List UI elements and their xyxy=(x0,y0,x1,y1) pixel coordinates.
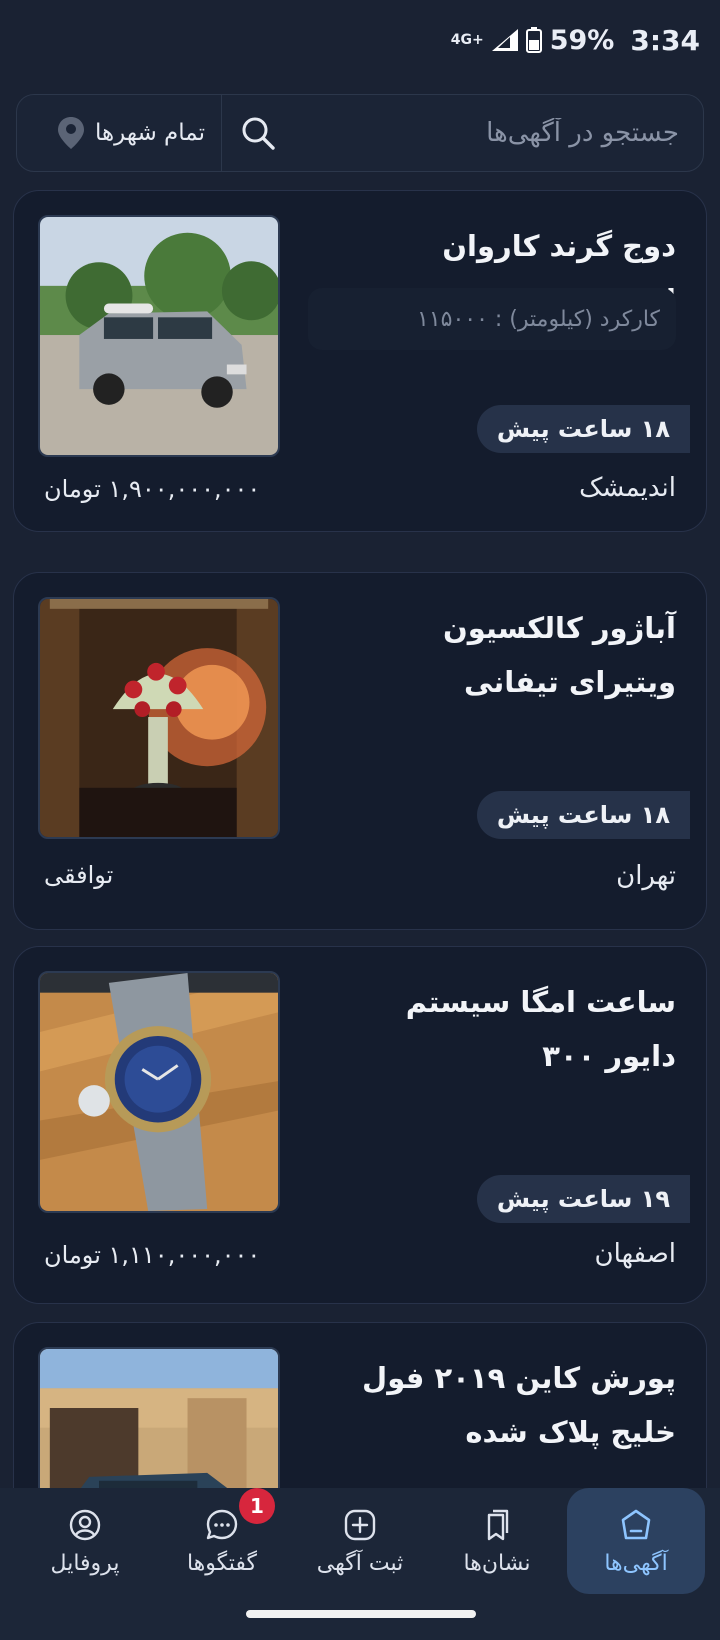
location-pin-icon xyxy=(58,117,85,149)
nav-label: پروفایل xyxy=(50,1550,120,1576)
chat-icon xyxy=(206,1509,238,1539)
listing-price: ۱,۱۱۰,۰۰۰,۰۰۰ تومان xyxy=(44,1241,261,1269)
nav-item-chats[interactable]: گفتگوها 1 xyxy=(157,1488,287,1594)
listing-time-badge: ۱۸ ساعت پیش xyxy=(476,405,690,453)
nav-label: ثبت آگهی xyxy=(316,1550,404,1576)
listing-time-badge: ۱۹ ساعت پیش xyxy=(476,1175,690,1223)
nav-item-profile[interactable]: پروفایل xyxy=(20,1488,150,1594)
listing-image-lamp xyxy=(38,597,280,839)
nav-label: نشان‌ها xyxy=(463,1550,531,1576)
nav-item-bookmarks[interactable]: نشان‌ها xyxy=(432,1488,562,1594)
listing-city: تهران xyxy=(616,861,676,891)
listing-card[interactable]: ساعت امگا سیستم دایور ۳۰۰ ۱۹ ساعت پیش اص… xyxy=(13,946,707,1304)
listing-card[interactable]: آباژور کالکسیون ویتیرای تیفانی ۱۸ ساعت پ… xyxy=(13,572,707,930)
listing-image-van xyxy=(38,215,280,457)
search-input[interactable] xyxy=(276,95,703,171)
nav-item-ads[interactable]: آگهی‌ها xyxy=(567,1488,705,1594)
listing-title: آباژور کالکسیون ویتیرای تیفانی xyxy=(442,611,676,699)
search-divider xyxy=(221,94,222,172)
unread-badge: 1 xyxy=(239,1488,275,1524)
nav-label: آگهی‌ها xyxy=(604,1550,668,1576)
listing-title: پورش کاین ۲۰۱۹ فول خلیج پلاک شده xyxy=(362,1361,676,1449)
listing-image-watch xyxy=(38,971,280,1213)
battery-percent: 59% xyxy=(549,24,615,56)
listing-title: ساعت امگا سیستم دایور ۳۰۰ xyxy=(405,985,676,1073)
battery-icon xyxy=(525,27,542,53)
listing-city: اندیمشک xyxy=(579,473,676,503)
listing-time-badge: ۱۸ ساعت پیش xyxy=(476,791,690,839)
status-bar: 4G+ 59% 3:34 xyxy=(0,0,720,80)
nav-item-new-ad[interactable]: ثبت آگهی xyxy=(295,1488,425,1594)
listing-card[interactable]: دوج گرند کاروان امریکایی کارکرد (کیلومتر… xyxy=(13,190,707,532)
nav-label: گفتگوها xyxy=(186,1550,258,1576)
city-filter-button[interactable]: تمام شهرها xyxy=(17,95,221,171)
listing-price: ۱,۹۰۰,۰۰۰,۰۰۰ تومان xyxy=(44,475,261,503)
search-icon[interactable] xyxy=(240,115,276,151)
listing-price: توافقی xyxy=(44,861,114,889)
listing-city: اصفهان xyxy=(594,1239,676,1269)
home-indicator[interactable] xyxy=(246,1610,476,1618)
clock: 3:34 xyxy=(630,23,700,57)
profile-icon xyxy=(69,1509,101,1540)
listing-mileage: کارکرد (کیلومتر) : ۱۱۵۰۰۰ xyxy=(308,288,676,350)
signal-icon xyxy=(491,29,518,51)
home-icon xyxy=(621,1509,651,1539)
search-bar: تمام شهرها xyxy=(16,94,704,172)
network-type: 4G+ xyxy=(450,32,484,48)
city-filter-label: تمام شهرها xyxy=(95,120,205,146)
bookmark-icon xyxy=(487,1509,509,1540)
add-icon xyxy=(344,1509,376,1540)
